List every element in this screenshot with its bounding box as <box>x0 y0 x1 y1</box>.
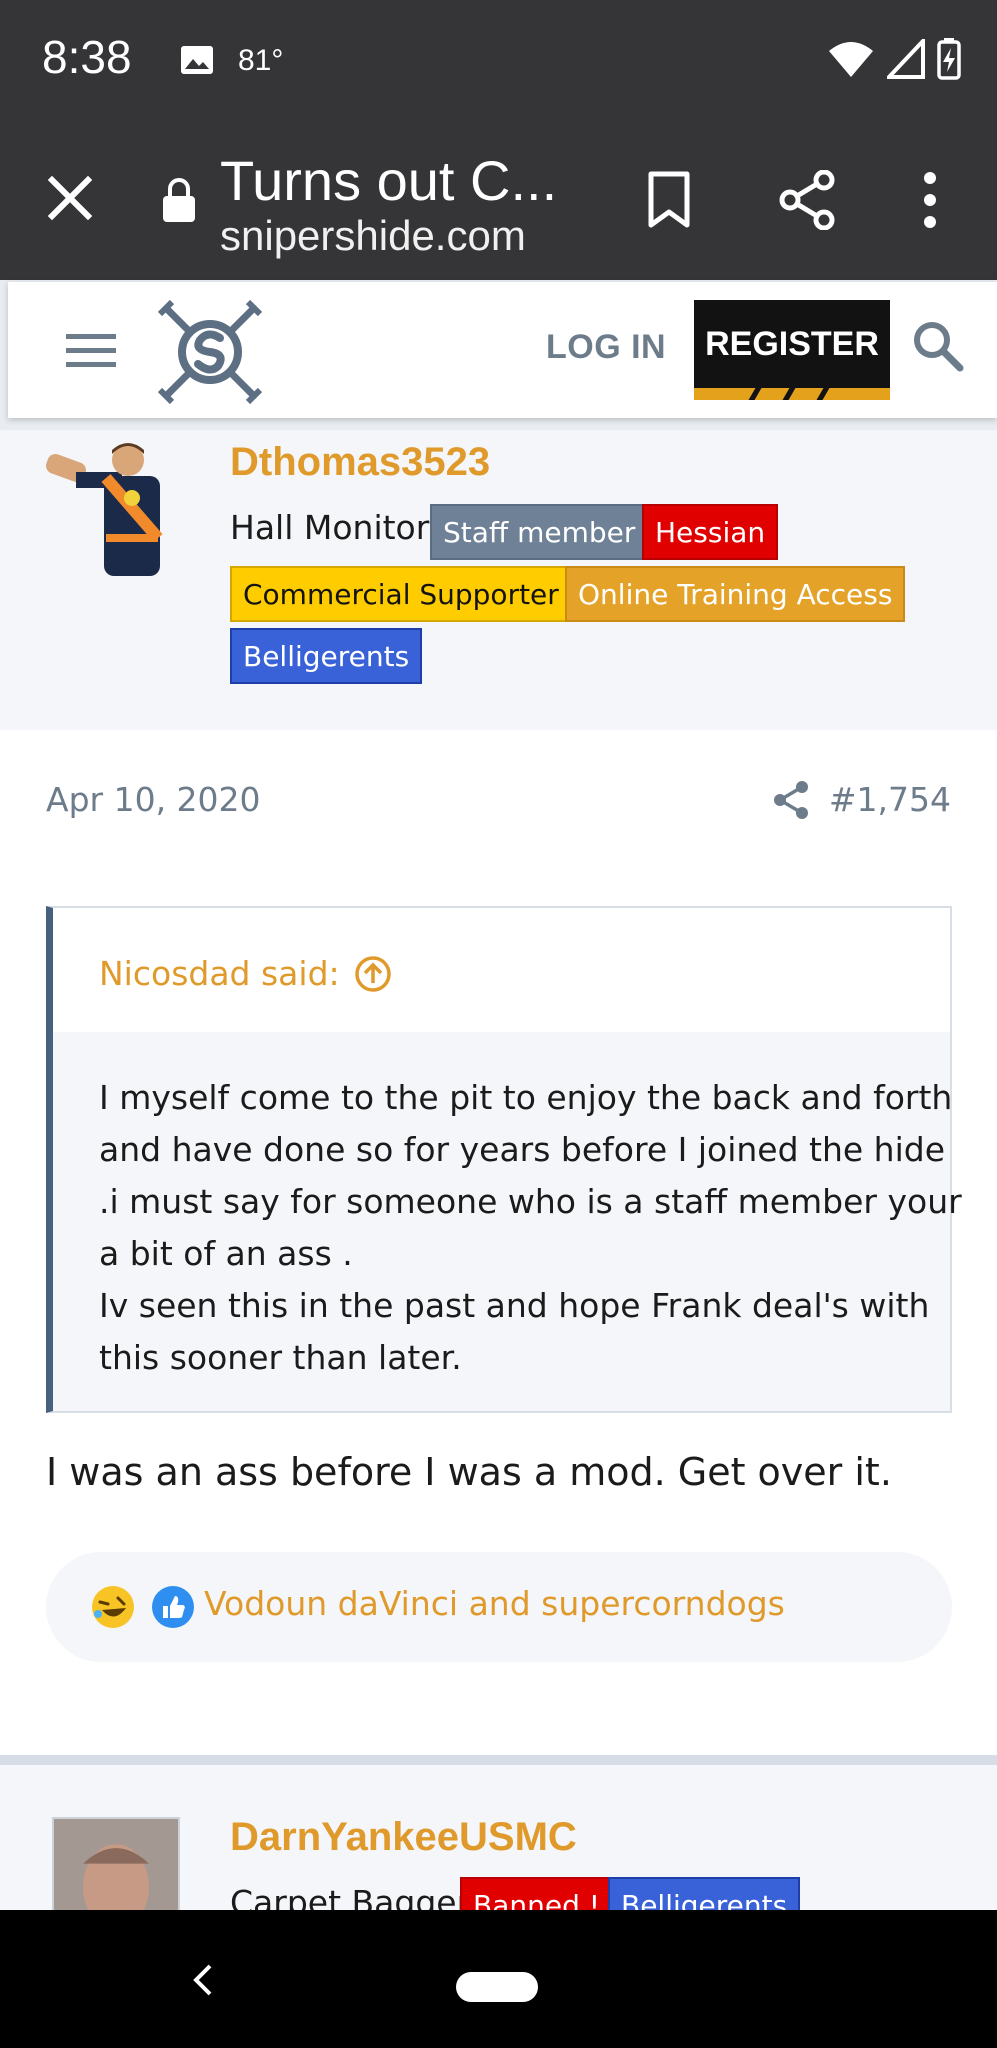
quote-author: Nicosdad said: <box>99 954 340 993</box>
quote-line: Iv seen this in the past and hope Frank … <box>99 1286 930 1325</box>
next-post-user-title: Carpet Bagger <box>230 1883 471 1910</box>
quote-author-link[interactable]: Nicosdad said: <box>99 954 392 993</box>
post-number[interactable]: #1,754 <box>829 780 951 819</box>
overflow-menu-icon[interactable] <box>912 168 948 232</box>
quote-line: and have done so for years before I join… <box>99 1130 945 1169</box>
status-bar: 8:38 81° <box>0 0 997 120</box>
share-icon[interactable] <box>778 170 838 230</box>
quote-header: Nicosdad said: <box>53 908 950 1032</box>
quote-line: I myself come to the pit to enjoy the ba… <box>99 1078 953 1117</box>
quote-line: .i must say for someone who is a staff m… <box>99 1182 962 1221</box>
reaction-users-link[interactable]: Vodoun daVinci and supercorndogs <box>204 1584 785 1623</box>
register-label: REGISTER <box>705 324 879 363</box>
lock-icon[interactable] <box>160 176 198 224</box>
page-title[interactable]: Turns out C... <box>220 148 557 213</box>
next-post-user-block: DarnYankeeUSMC Carpet Bagger Banned ! Be… <box>0 1765 997 1910</box>
status-temperature: 81° <box>238 44 284 77</box>
quote-block: Nicosdad said: I myself come to the pit … <box>46 906 962 1413</box>
signal-icon <box>887 39 925 79</box>
post-username[interactable]: Dthomas3523 <box>230 440 490 485</box>
badge-banned: Banned ! <box>460 1877 613 1910</box>
back-icon[interactable] <box>190 1960 216 2000</box>
image-icon <box>181 46 213 74</box>
hamburger-icon[interactable] <box>66 330 116 370</box>
post-date[interactable]: Apr 10, 2020 <box>46 780 261 819</box>
next-post-username[interactable]: DarnYankeeUSMC <box>230 1815 577 1860</box>
home-pill[interactable] <box>456 1972 538 2002</box>
close-icon[interactable] <box>44 172 96 224</box>
share-icon[interactable] <box>772 780 810 820</box>
bookmark-icon[interactable] <box>646 170 692 230</box>
status-time: 8:38 <box>42 31 132 83</box>
quote-body: I myself come to the pit to enjoy the ba… <box>53 1032 962 1411</box>
quote-line: this sooner than later. <box>99 1338 462 1377</box>
badge-commercial-supporter: Commercial Supporter <box>230 566 572 622</box>
snipershide-logo[interactable] <box>158 300 262 404</box>
avatar[interactable] <box>46 438 184 576</box>
post-text: I was an ass before I was a mod. Get ove… <box>46 1450 892 1494</box>
register-stripe <box>694 388 890 400</box>
wifi-icon <box>829 42 873 77</box>
badge-online-training-access: Online Training Access <box>565 566 906 622</box>
battery-charging-icon <box>937 38 961 80</box>
register-button[interactable]: REGISTER <box>694 300 890 400</box>
arrow-up-circle-icon[interactable] <box>354 955 392 993</box>
quote-line: a bit of an ass . <box>99 1234 353 1273</box>
avatar[interactable] <box>52 1817 180 1910</box>
login-link[interactable]: LOG IN <box>546 328 666 367</box>
user-title: Hall Monitor <box>230 508 430 547</box>
site-header: LOG IN REGISTER <box>8 282 997 418</box>
browser-toolbar: Turns out C... snipershide.com <box>0 120 997 280</box>
status-right-icons <box>827 38 961 80</box>
badge-staff-member: Staff member <box>430 504 649 560</box>
reactions-bar[interactable]: Vodoun daVinci and supercorndogs <box>46 1552 952 1662</box>
search-icon[interactable] <box>912 320 964 372</box>
page-url[interactable]: snipershide.com <box>220 212 526 260</box>
system-nav-bar <box>0 1910 997 2048</box>
laugh-reaction-icon <box>92 1586 134 1628</box>
badge-belligerents: Belligerents <box>608 1877 801 1910</box>
post-divider <box>0 1755 997 1765</box>
badge-belligerents: Belligerents <box>230 628 423 684</box>
like-reaction-icon <box>152 1586 194 1628</box>
badge-hessian: Hessian <box>642 504 779 560</box>
